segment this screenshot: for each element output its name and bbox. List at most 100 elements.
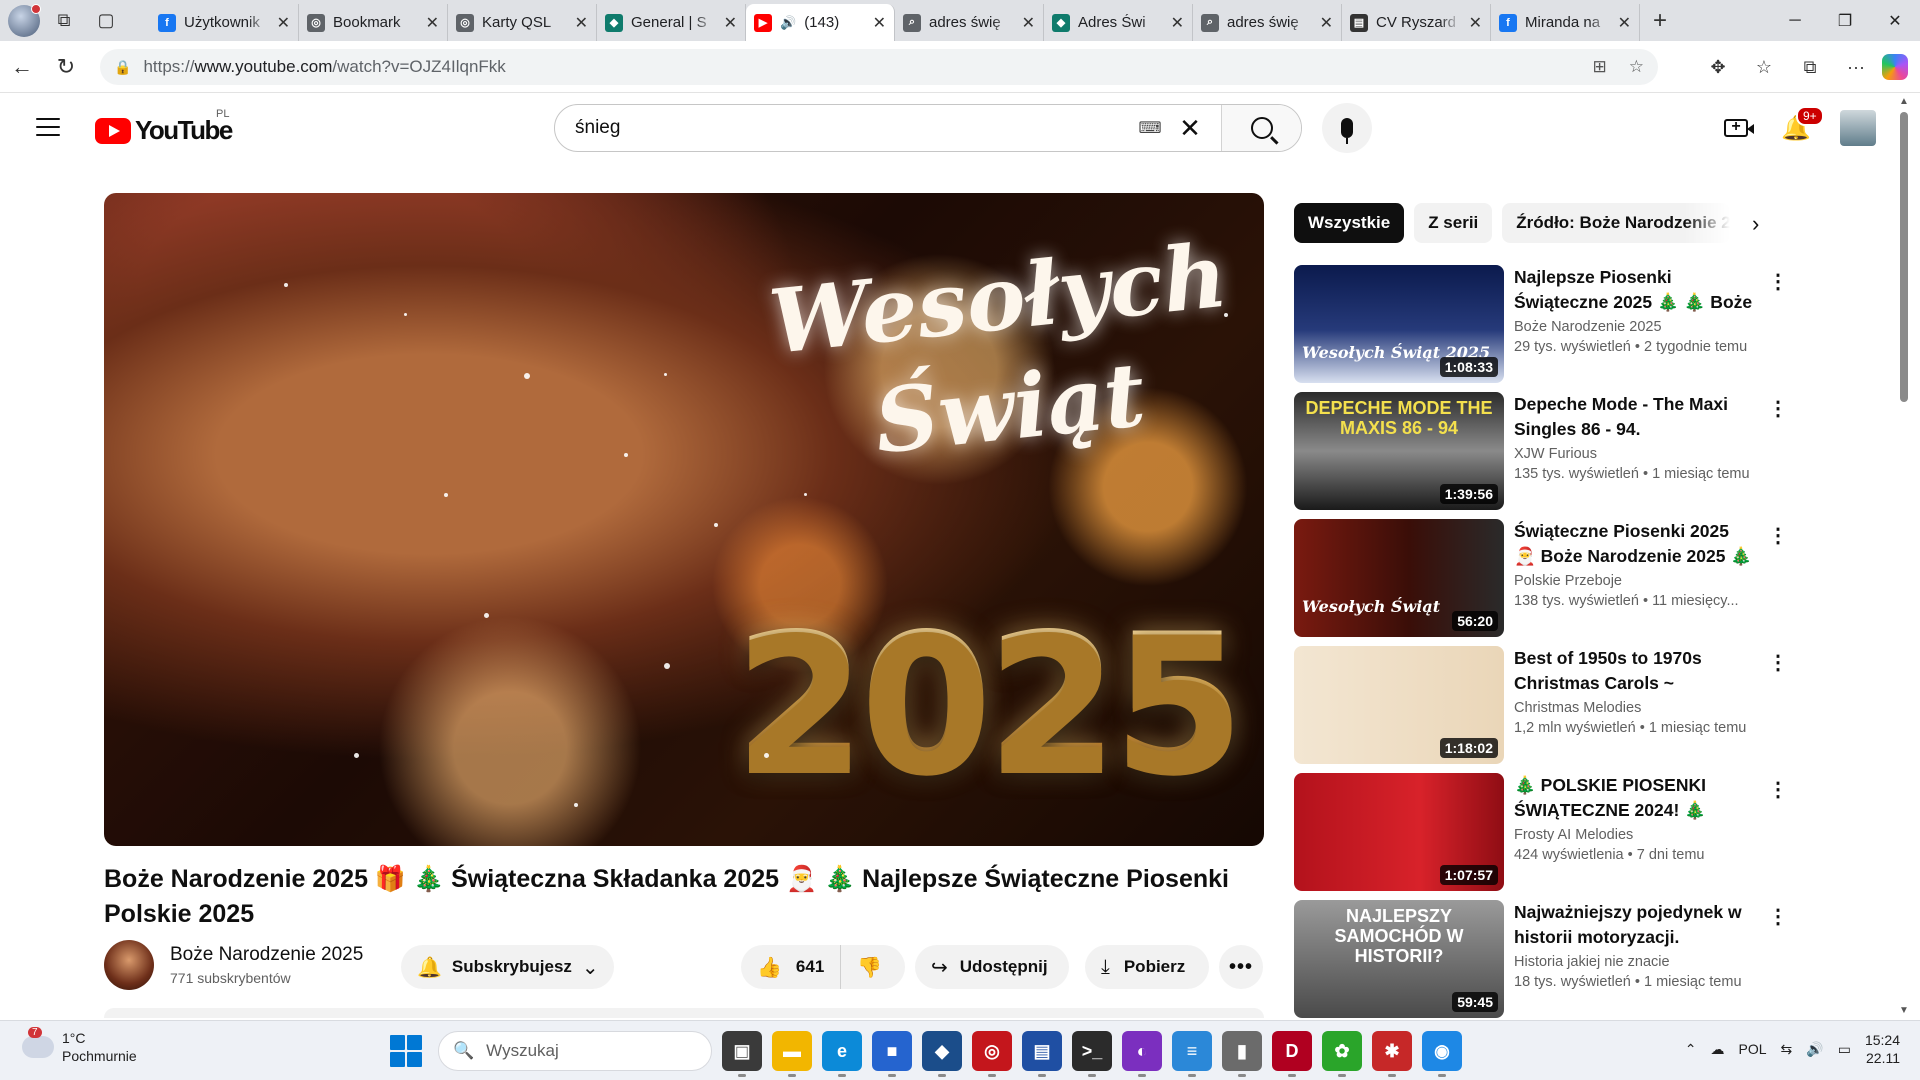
video-title-link[interactable]: Best of 1950s to 1970s Christmas Carols … [1514, 646, 1754, 696]
download-button[interactable]: ⤓ Pobierz [1085, 945, 1209, 989]
tab-actions-icon[interactable]: ▢ [88, 5, 124, 37]
video-thumbnail[interactable]: 1:07:57 [1294, 773, 1504, 891]
extensions-icon[interactable]: ✥ [1698, 47, 1738, 87]
browser-tab[interactable]: ▤ CV Ryszard ✕ [1342, 4, 1491, 41]
close-tab-icon[interactable]: ✕ [1022, 13, 1035, 33]
close-tab-icon[interactable]: ✕ [277, 13, 290, 33]
edge-icon[interactable]: e [822, 1031, 862, 1077]
close-tab-icon[interactable]: ✕ [1618, 13, 1631, 33]
clock[interactable]: 15:24 22.11 [1865, 1031, 1900, 1067]
more-vertical-icon[interactable]: ⋮ [1768, 650, 1788, 675]
more-vertical-icon[interactable]: ⋮ [1768, 269, 1788, 294]
page-scrollbar[interactable]: ▲ ▼ [1897, 96, 1911, 1016]
reload-button[interactable]: ↻ [44, 47, 88, 87]
video-title-link[interactable]: 🎄 POLSKIE PIOSENKI ŚWIĄTECZNE 2024! 🎄 [1514, 773, 1754, 823]
file-explorer-icon[interactable]: ▬ [772, 1031, 812, 1077]
app-d-icon[interactable]: D [1272, 1031, 1312, 1077]
lock-icon[interactable]: 🔒 [114, 59, 131, 76]
workspaces-icon[interactable]: ⧉ [46, 5, 82, 37]
scroll-up-arrow-icon[interactable]: ▲ [1899, 96, 1909, 107]
minimize-icon[interactable]: ─ [1770, 0, 1820, 41]
more-vertical-icon[interactable]: ⋮ [1768, 904, 1788, 929]
filter-chip[interactable]: Wszystkie [1294, 203, 1405, 243]
scrollbar-thumb[interactable] [1900, 112, 1908, 402]
recommended-video[interactable]: Wesołych Świąt 56:20 Świąteczne Piosenki 2… [1294, 519, 1794, 646]
new-tab-button[interactable]: + [1640, 0, 1680, 41]
store-icon[interactable]: ■ [872, 1031, 912, 1077]
video-player[interactable]: Wesołych Świąt 2025 [104, 193, 1264, 846]
browser-tab[interactable]: ◎ Bookmark ✕ [299, 4, 448, 41]
video-thumbnail[interactable]: DEPECHE MODE THE MAXIS 86 - 94 1:39:56 [1294, 392, 1504, 510]
start-button[interactable] [390, 1035, 422, 1067]
onedrive-icon[interactable]: ☁ [1711, 1041, 1725, 1058]
back-button[interactable]: ← [0, 47, 44, 87]
maximize-icon[interactable]: ❐ [1820, 0, 1870, 41]
recommended-video[interactable]: DEPECHE MODE THE MAXIS 86 - 94 1:39:56 Dep… [1294, 392, 1794, 519]
video-title-link[interactable]: Świąteczne Piosenki 2025 🎅 Boże Narodzen… [1514, 519, 1754, 569]
menu-icon[interactable] [36, 118, 60, 136]
taskbar-search[interactable]: 🔍 Wyszukaj [438, 1031, 712, 1071]
terminal-icon[interactable]: >_ [1072, 1031, 1112, 1077]
chevron-up-icon[interactable]: ⌃ [1685, 1041, 1697, 1058]
app-blue-icon[interactable]: ◉ [1422, 1031, 1462, 1077]
video-title-link[interactable]: Najważniejszy pojedynek w historii motor… [1514, 900, 1754, 950]
more-vertical-icon[interactable]: ⋮ [1768, 396, 1788, 421]
search-input[interactable] [555, 105, 1137, 151]
channel-name[interactable]: XJW Furious [1514, 446, 1754, 462]
like-button[interactable]: 👍 641 [741, 945, 841, 989]
app-red-icon[interactable]: ◎ [972, 1031, 1012, 1077]
weather-widget[interactable]: 7 1°C Pochmurnie [22, 1027, 137, 1065]
video-thumbnail[interactable]: Wesołych Świąt 56:20 [1294, 519, 1504, 637]
voice-search-button[interactable] [1322, 103, 1372, 153]
audio-playing-icon[interactable]: 🔊 [780, 15, 796, 31]
language-indicator[interactable]: POL [1739, 1041, 1767, 1057]
recommended-video[interactable]: Wesołych Świąt 2025 1:08:33 Najlepsze Pios… [1294, 265, 1794, 392]
app-green-icon[interactable]: ✿ [1322, 1031, 1362, 1077]
chevron-right-icon[interactable]: › [1752, 211, 1759, 237]
channel-name[interactable]: Boże Narodzenie 2025 [1514, 319, 1754, 335]
browser-tab[interactable]: ◆ Adres Świ ✕ [1044, 4, 1193, 41]
favorite-star-icon[interactable]: ☆ [1629, 57, 1644, 77]
channel-avatar[interactable] [104, 940, 154, 990]
channel-name[interactable]: Historia jakiej nie znacie [1514, 954, 1754, 970]
browser-tab[interactable]: ◆ General | S ✕ [597, 4, 746, 41]
notifications-button[interactable]: 🔔 9+ [1766, 106, 1826, 150]
channel-name[interactable]: Christmas Melodies [1514, 700, 1754, 716]
recommended-video[interactable]: 1:07:57 🎄 POLSKIE PIOSENKI ŚWIĄTECZNE 202… [1294, 773, 1794, 900]
browser-tab[interactable]: ⌕ adres świę ✕ [895, 4, 1044, 41]
more-vertical-icon[interactable]: ⋮ [1768, 523, 1788, 548]
channel-name[interactable]: Polskie Przeboje [1514, 573, 1754, 589]
create-button[interactable]: + [1706, 106, 1766, 150]
settings-more-icon[interactable]: ··· [1836, 47, 1876, 87]
video-thumbnail[interactable]: NAJLEPSZY SAMOCHÓD W HISTORII? 59:45 [1294, 900, 1504, 1018]
browser-tab[interactable]: ◎ Karty QSL ✕ [448, 4, 597, 41]
usb-app-icon[interactable]: ▮ [1222, 1031, 1262, 1077]
volume-icon[interactable]: 🔊 [1806, 1041, 1823, 1058]
close-window-icon[interactable]: ✕ [1870, 0, 1920, 41]
video-thumbnail[interactable]: 1:18:02 [1294, 646, 1504, 764]
close-tab-icon[interactable]: ✕ [1320, 13, 1333, 33]
close-tab-icon[interactable]: ✕ [1171, 13, 1184, 33]
browser-tab[interactable]: f Użytkownik ✕ [150, 4, 299, 41]
subscribe-button[interactable]: 🔔 Subskrybujesz ⌄ [401, 945, 614, 989]
virtualbox-icon[interactable]: ◆ [922, 1031, 962, 1077]
youtube-logo[interactable]: YouTube [95, 115, 233, 146]
description-box[interactable] [104, 1008, 1264, 1018]
task-view-icon[interactable]: ▣ [722, 1031, 762, 1077]
account-avatar[interactable] [1840, 110, 1876, 146]
dislike-button[interactable]: 👎 [841, 945, 900, 989]
share-button[interactable]: ↪ Udostępnij [915, 945, 1069, 989]
video-thumbnail[interactable]: Wesołych Świąt 2025 1:08:33 [1294, 265, 1504, 383]
close-tab-icon[interactable]: ✕ [724, 13, 737, 33]
more-vertical-icon[interactable]: ⋮ [1768, 777, 1788, 802]
recommended-video[interactable]: 1:18:02 Best of 1950s to 1970s Christmas … [1294, 646, 1794, 773]
channel-name[interactable]: Frosty AI Melodies [1514, 827, 1754, 843]
channel-name[interactable]: Boże Narodzenie 2025 [170, 944, 363, 966]
collections-icon[interactable]: ⧉ [1790, 47, 1830, 87]
close-tab-icon[interactable]: ✕ [575, 13, 588, 33]
browser-tab[interactable]: f Miranda na ✕ [1491, 4, 1640, 41]
battery-icon[interactable]: ▭ [1838, 1041, 1851, 1058]
close-tab-icon[interactable]: ✕ [1469, 13, 1482, 33]
app-star-icon[interactable]: ✱ [1372, 1031, 1412, 1077]
more-actions-button[interactable]: ••• [1219, 945, 1263, 989]
